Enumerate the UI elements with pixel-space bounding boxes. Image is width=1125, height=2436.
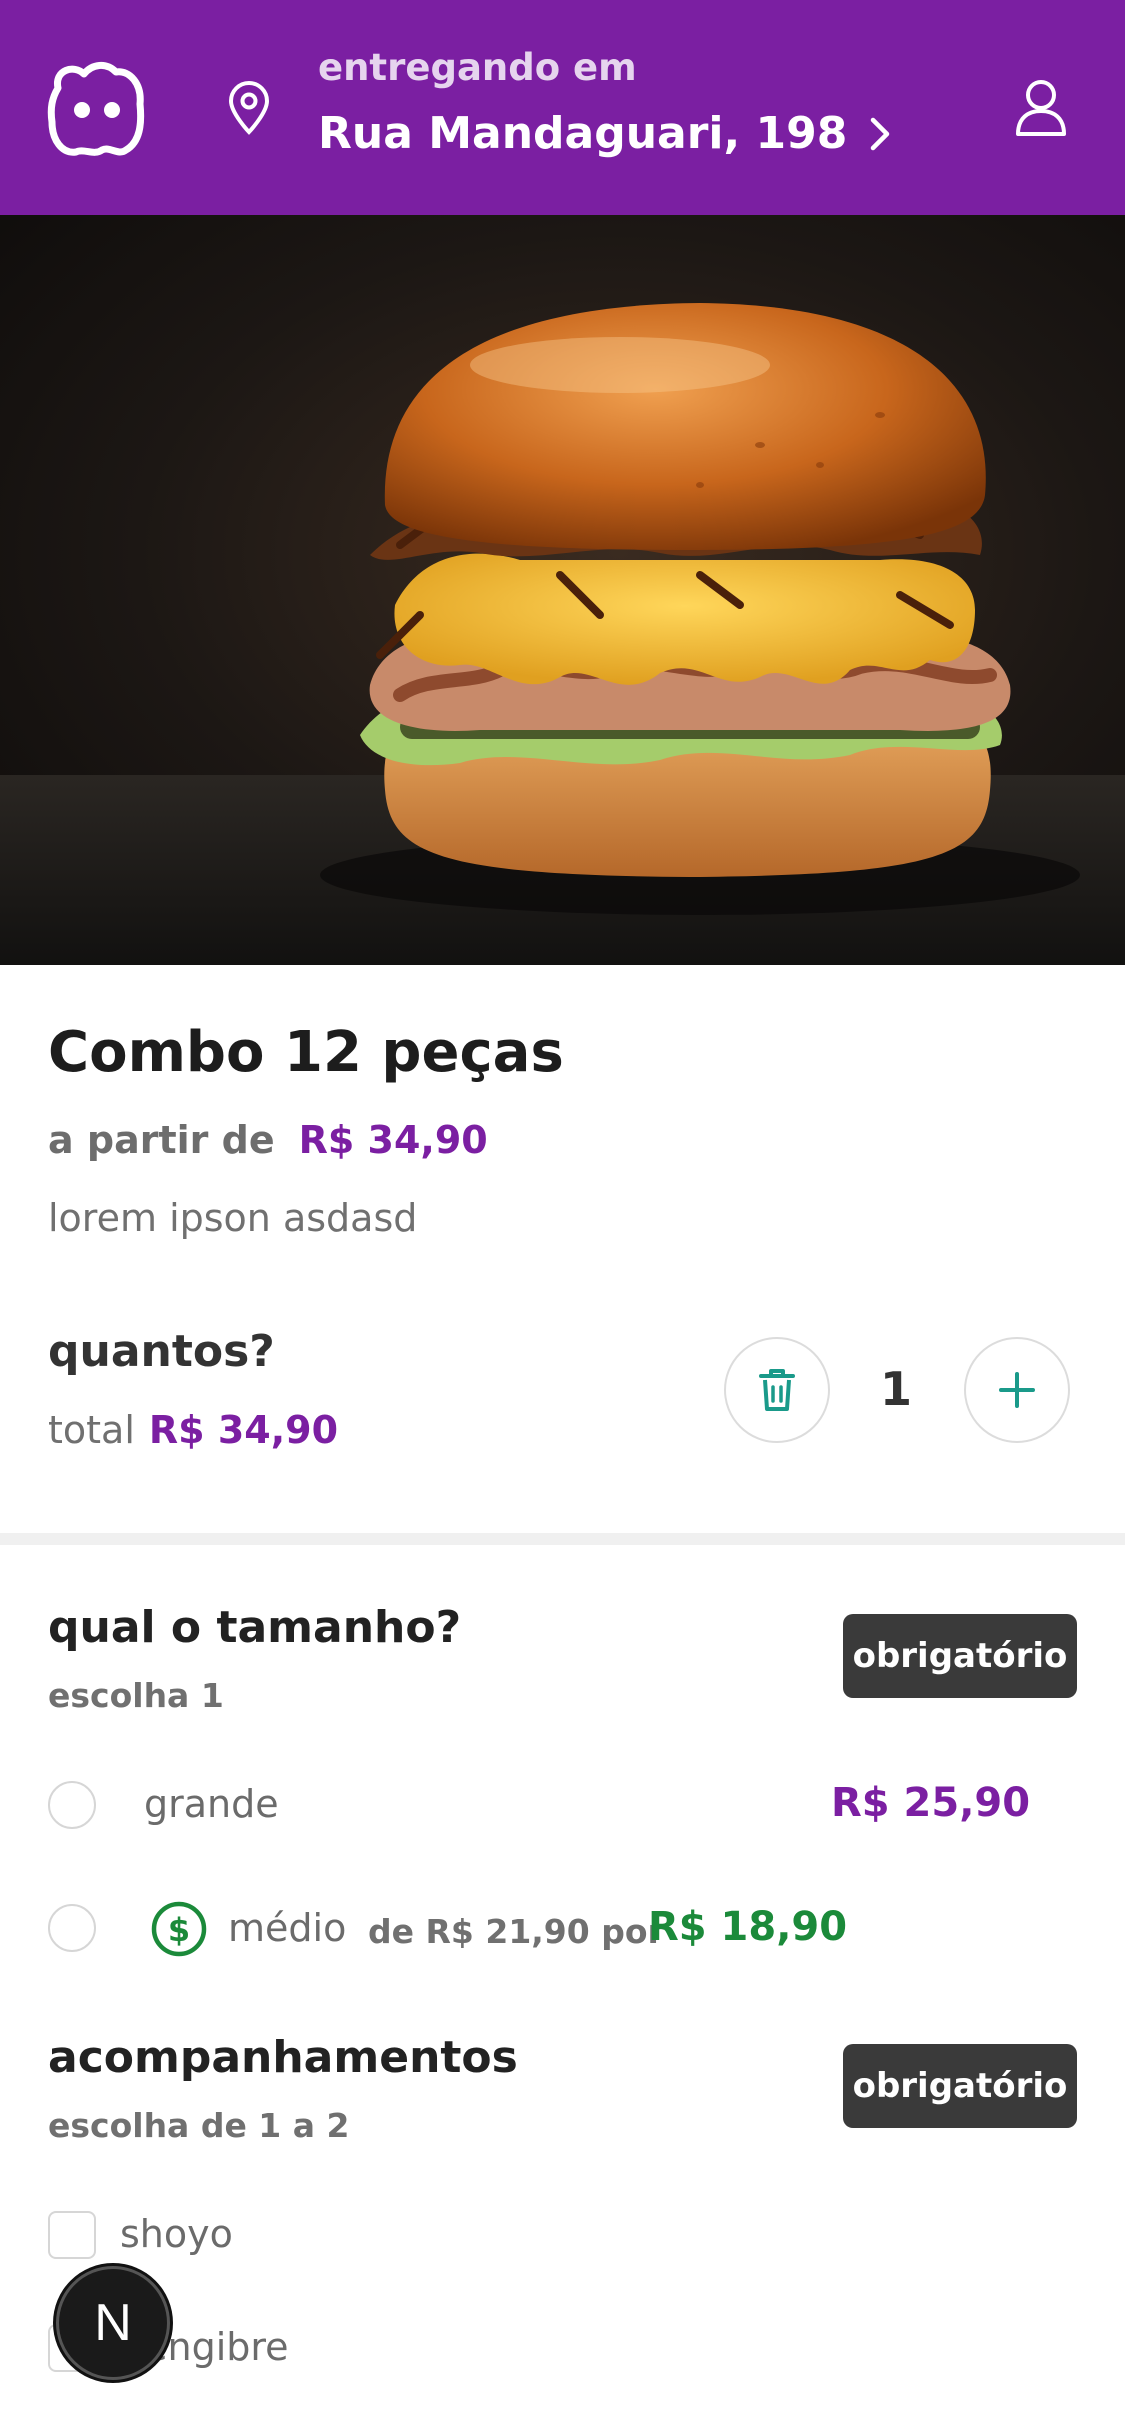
logo-icon[interactable] bbox=[44, 58, 148, 158]
svg-text:$: $ bbox=[168, 1911, 190, 1949]
remove-button[interactable] bbox=[724, 1337, 830, 1443]
option-grande-label: grande bbox=[144, 1782, 279, 1826]
deliver-label: entregando em bbox=[318, 46, 637, 89]
product-description: lorem ipson asdasd bbox=[48, 1196, 418, 1240]
chevron-right-icon bbox=[871, 117, 890, 150]
burger-illustration bbox=[0, 303, 1125, 965]
user-icon[interactable] bbox=[1014, 78, 1068, 138]
location-pin-icon bbox=[228, 81, 270, 135]
option-medio-price: R$ 18,90 bbox=[648, 1904, 848, 1950]
radio-medio[interactable] bbox=[48, 1904, 96, 1952]
section-divider bbox=[0, 1533, 1125, 1545]
product-title: Combo 12 peças bbox=[48, 1020, 564, 1085]
size-group-subtitle: escolha 1 bbox=[48, 1676, 224, 1715]
required-badge: obrigatório bbox=[843, 2044, 1077, 2128]
option-medio-label: médio bbox=[228, 1906, 347, 1950]
quantity-title: quantos? bbox=[48, 1326, 275, 1377]
total-label: total bbox=[48, 1408, 135, 1452]
option-grande-price: R$ 25,90 bbox=[831, 1780, 1031, 1826]
address-selector[interactable]: Rua Mandaguari, 198 bbox=[318, 108, 891, 159]
sides-group-title: acompanhamentos bbox=[48, 2032, 518, 2083]
required-badge: obrigatório bbox=[843, 1614, 1077, 1698]
radio-grande[interactable] bbox=[48, 1781, 96, 1829]
price-prefix: a partir de bbox=[48, 1118, 275, 1162]
address-text: Rua Mandaguari, 198 bbox=[318, 108, 848, 159]
total-row: total R$ 34,90 bbox=[48, 1408, 338, 1452]
option-shoyo-label: shoyo bbox=[120, 2212, 233, 2256]
trash-icon bbox=[759, 1369, 795, 1411]
option-medio-old-price: de R$ 21,90 por bbox=[368, 1912, 664, 1951]
dollar-circle-icon: $ bbox=[151, 1901, 207, 1957]
product-price-row: a partir de R$ 34,90 bbox=[48, 1118, 488, 1162]
size-group-title: qual o tamanho? bbox=[48, 1602, 462, 1653]
add-button[interactable] bbox=[964, 1337, 1070, 1443]
floating-n-button[interactable]: N bbox=[56, 2266, 170, 2380]
product-price: R$ 34,90 bbox=[298, 1118, 488, 1162]
quantity-value: 1 bbox=[880, 1362, 913, 1416]
plus-icon bbox=[999, 1372, 1035, 1408]
checkbox-shoyo[interactable] bbox=[48, 2211, 96, 2259]
sides-group-subtitle: escolha de 1 a 2 bbox=[48, 2106, 350, 2145]
total-value: R$ 34,90 bbox=[148, 1408, 339, 1452]
product-image bbox=[0, 215, 1125, 965]
app-header: entregando em Rua Mandaguari, 198 bbox=[0, 0, 1125, 215]
